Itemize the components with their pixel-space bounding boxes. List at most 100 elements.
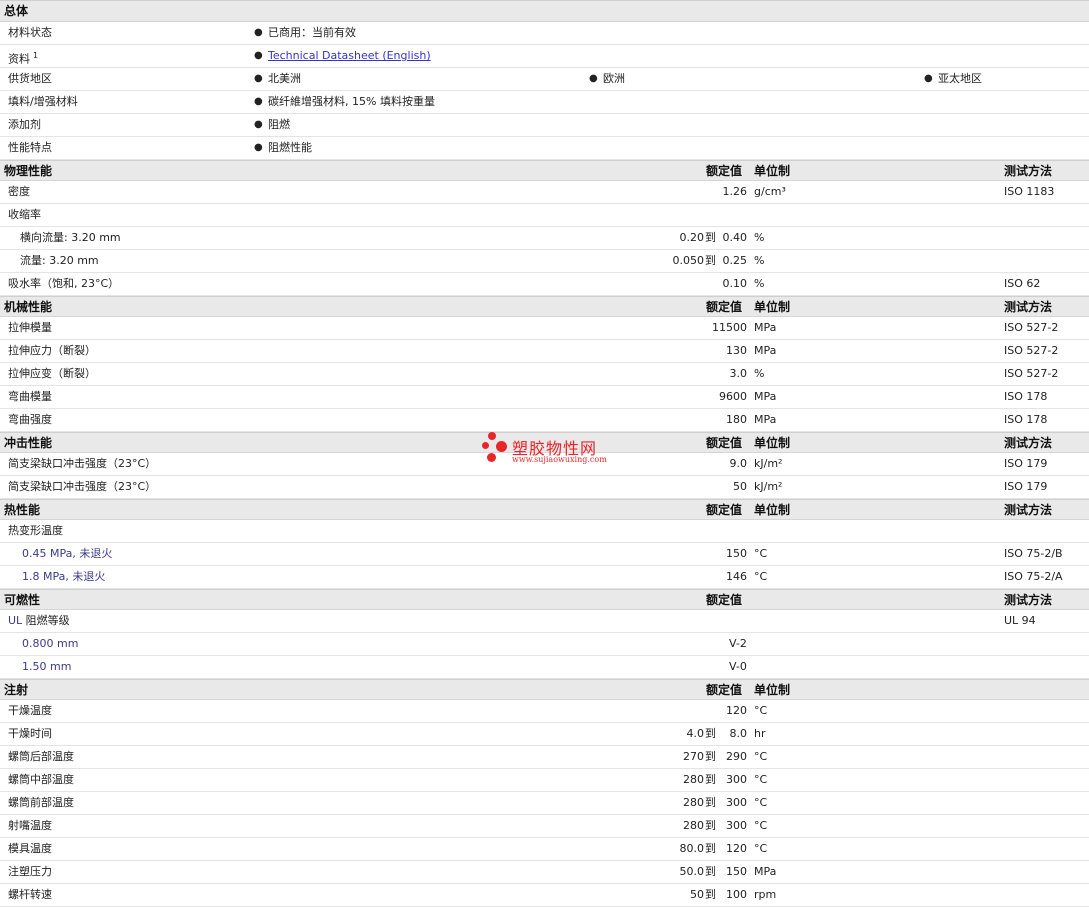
section-title: 注射: [4, 683, 29, 697]
row-unit: rpm: [754, 888, 777, 901]
row-value: 已商用：当前有效: [268, 26, 356, 39]
row-value: 9.0: [729, 457, 748, 470]
header-unit: 单位制: [754, 436, 791, 450]
table-row: 螺筒中部温度 280 到 300 °C: [0, 769, 1089, 792]
table-row: 拉伸应力（断裂） 130 MPa ISO 527-2: [0, 340, 1089, 363]
table-row: 材料状态 ● 已商用：当前有效: [0, 22, 1089, 45]
row-value: V-2: [729, 637, 747, 650]
section-flammability: 可燃性 额定值 测试方法: [0, 589, 1089, 610]
section-title: 冲击性能: [4, 436, 53, 450]
row-label: 模具温度: [8, 842, 52, 855]
table-row: 密度 1.26 g/cm³ ISO 1183: [0, 181, 1089, 204]
row-label: 注塑压力: [8, 865, 52, 878]
section-title: 热性能: [4, 503, 41, 517]
row-test: ISO 178: [1004, 390, 1048, 403]
range-high: 300: [726, 773, 747, 786]
section-title: 物理性能: [4, 164, 53, 178]
range-low: 50: [690, 888, 704, 901]
header-unit: 单位制: [754, 503, 791, 517]
row-unit: %: [754, 367, 765, 380]
table-row: 弯曲模量 9600 MPa ISO 178: [0, 386, 1089, 409]
table-row: 简支梁缺口冲击强度（23°C） 50 kJ/m² ISO 179: [0, 476, 1089, 499]
row-unit: °C: [754, 819, 768, 832]
row-test: ISO 75-2/B: [1004, 547, 1063, 560]
bullet-icon: ●: [254, 119, 263, 130]
range-low: 280: [683, 773, 704, 786]
range-to: 到: [705, 865, 716, 878]
range-low: 4.0: [686, 727, 705, 740]
table-row: 弯曲强度 180 MPa ISO 178: [0, 409, 1089, 432]
table-row: 横向流量: 3.20 mm 0.20 到 0.40 %: [0, 227, 1089, 250]
table-row: 供货地区 ● 北美洲 ● 欧洲 ● 亚太地区: [0, 68, 1089, 91]
region-value: 亚太地区: [938, 72, 982, 85]
row-label: 干燥温度: [8, 704, 52, 717]
header-test: 测试方法: [1004, 300, 1053, 314]
row-test: ISO 179: [1004, 480, 1048, 493]
row-label: 流量: 3.20 mm: [20, 254, 99, 267]
row-unit: %: [754, 254, 765, 267]
range-low: 280: [683, 796, 704, 809]
range-to: 到: [705, 819, 716, 832]
watermark-logo: 塑胶物性网 www.sujiaowuxing.com: [482, 432, 612, 466]
row-unit: MPa: [754, 865, 777, 878]
region-value: 欧洲: [603, 72, 625, 85]
row-value: 120: [726, 704, 747, 717]
row-test: ISO 527-2: [1004, 321, 1059, 334]
row-label: 拉伸应变（断裂）: [8, 367, 96, 380]
section-title: 可燃性: [4, 593, 41, 607]
row-value: 1.26: [722, 185, 748, 198]
row-test: ISO 178: [1004, 413, 1048, 426]
row-label: 弯曲模量: [8, 390, 52, 403]
range-high: 290: [726, 750, 747, 763]
header-unit: 单位制: [754, 683, 791, 697]
row-unit: °C: [754, 570, 768, 583]
range-to: 到: [705, 750, 716, 763]
row-label: 资料 1: [8, 45, 38, 71]
region-value: 北美洲: [268, 72, 301, 85]
range-low: 270: [683, 750, 704, 763]
table-row: 1.8 MPa, 未退火 146 °C ISO 75-2/A: [0, 566, 1089, 589]
range-high: 150: [726, 865, 747, 878]
row-value: 146: [726, 570, 747, 583]
row-label: 供货地区: [8, 72, 52, 85]
row-value: 11500: [712, 321, 747, 334]
row-unit: g/cm³: [754, 185, 786, 198]
row-unit: °C: [754, 842, 768, 855]
datasheet-link[interactable]: Technical Datasheet (English): [268, 45, 431, 67]
row-unit: MPa: [754, 390, 777, 403]
table-row: UL 阻燃等级 UL 94: [0, 610, 1089, 633]
row-label: 0.45 MPa, 未退火: [22, 547, 113, 560]
row-test: ISO 75-2/A: [1004, 570, 1063, 583]
footnote-marker: 1: [33, 51, 39, 60]
ul-label: 阻燃等级: [22, 614, 70, 627]
range-low: 0.20: [679, 231, 705, 244]
table-row: 0.45 MPa, 未退火 150 °C ISO 75-2/B: [0, 543, 1089, 566]
row-unit: %: [754, 277, 765, 290]
table-row: 射嘴温度 280 到 300 °C: [0, 815, 1089, 838]
row-unit: MPa: [754, 344, 777, 357]
row-unit: °C: [754, 750, 768, 763]
table-row: 吸水率（饱和, 23°C） 0.10 % ISO 62: [0, 273, 1089, 296]
row-value: 150: [726, 547, 747, 560]
row-value: 180: [726, 413, 747, 426]
row-label: 干燥时间: [8, 727, 52, 740]
range-high: 0.25: [722, 254, 748, 267]
row-unit: °C: [754, 796, 768, 809]
table-row: 模具温度 80.0 到 120 °C: [0, 838, 1089, 861]
row-label: 0.800 mm: [22, 637, 79, 650]
range-high: 300: [726, 796, 747, 809]
table-row: 拉伸应变（断裂） 3.0 % ISO 527-2: [0, 363, 1089, 386]
range-high: 0.40: [722, 231, 748, 244]
table-row: 添加剂 ● 阻燃: [0, 114, 1089, 137]
row-label: 螺筒中部温度: [8, 773, 74, 786]
section-mechanical: 机械性能 额定值 单位制 测试方法: [0, 296, 1089, 317]
bullet-icon: ●: [254, 50, 263, 61]
row-unit: °C: [754, 773, 768, 786]
section-physical: 物理性能 额定值 单位制 测试方法: [0, 160, 1089, 181]
row-value: 阻燃性能: [268, 141, 312, 154]
row-test: ISO 527-2: [1004, 367, 1059, 380]
table-row: 0.800 mm V-2: [0, 633, 1089, 656]
range-high: 100: [726, 888, 747, 901]
table-row: 性能特点 ● 阻燃性能: [0, 137, 1089, 160]
bullet-icon: ●: [924, 73, 933, 84]
